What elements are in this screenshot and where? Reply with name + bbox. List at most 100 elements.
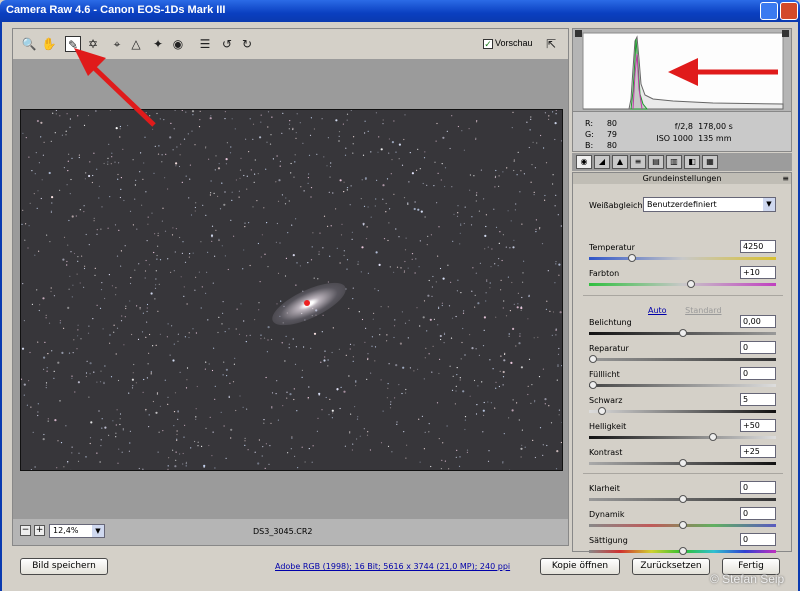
- save-image-button[interactable]: Bild speichern: [20, 558, 108, 575]
- photo-preview[interactable]: [20, 109, 563, 471]
- white-balance-icon[interactable]: ✎: [65, 36, 81, 52]
- slider-value-field[interactable]: +10: [740, 266, 776, 279]
- divider: [583, 295, 783, 296]
- slider-thumb[interactable]: [589, 381, 597, 389]
- preview-pane: 🔍 ✋ ✎ ✡ ⌖ △ ✦ ◉ ☰ ↺ ↻ ✓ Vorschau ⇱ − + 12…: [12, 28, 569, 546]
- footer: Bild speichern Adobe RGB (1998); 16 Bit;…: [2, 552, 800, 591]
- slider-label: Reparatur: [589, 344, 629, 353]
- tab-basic[interactable]: ◉: [576, 155, 592, 169]
- white-balance-value: Benutzerdefiniert: [647, 200, 717, 209]
- crop-icon[interactable]: ⌖: [109, 36, 125, 52]
- file-name: DS3_3045.CR2: [253, 527, 313, 536]
- slider-value-field[interactable]: 0: [740, 367, 776, 380]
- red-eye-icon[interactable]: ◉: [170, 36, 186, 52]
- zoom-value: 12,4%: [53, 526, 79, 535]
- minimize-button[interactable]: [760, 2, 778, 20]
- slider-thumb[interactable]: [589, 355, 597, 363]
- reset-button[interactable]: Zurücksetzen: [632, 558, 710, 575]
- zoom-out-button[interactable]: −: [20, 525, 31, 536]
- slider-value-field[interactable]: 5: [740, 393, 776, 406]
- tab-tone-curve[interactable]: ◢: [594, 155, 610, 169]
- fullscreen-icon[interactable]: ⇱: [543, 36, 559, 52]
- slider-thumb[interactable]: [678, 459, 687, 467]
- white-balance-label: Weißabgleich:: [589, 201, 646, 210]
- auto-link[interactable]: Auto: [648, 306, 667, 315]
- slider-thumb[interactable]: [687, 280, 696, 288]
- panel-title: Grundeinstellungen: [642, 174, 722, 183]
- slider-value-field[interactable]: 4250: [740, 240, 776, 253]
- workflow-options-link[interactable]: Adobe RGB (1998); 16 Bit; 5616 x 3744 (2…: [275, 562, 510, 571]
- zoom-icon[interactable]: 🔍: [21, 36, 37, 52]
- tab-hsl[interactable]: ≡: [630, 155, 646, 169]
- slider-value-field[interactable]: 0: [740, 507, 776, 520]
- slider-thumb[interactable]: [628, 254, 637, 262]
- slider-thumb[interactable]: [678, 329, 687, 337]
- auto-links: Auto Standard: [648, 306, 722, 315]
- slider-track[interactable]: [589, 495, 776, 503]
- slider-value-field[interactable]: +50: [740, 419, 776, 432]
- slider-thumb[interactable]: [678, 521, 687, 529]
- basic-panel: Grundeinstellungen ≡ Weißabgleich: Benut…: [572, 172, 792, 555]
- tab-camera-calibration[interactable]: ◧: [684, 155, 700, 169]
- rotate-left-icon[interactable]: ↺: [219, 36, 235, 52]
- slider-thumb[interactable]: [678, 495, 687, 503]
- tab-presets[interactable]: ▦: [702, 155, 718, 169]
- retouch-icon[interactable]: ✦: [150, 36, 166, 52]
- tab-split-toning[interactable]: ▤: [648, 155, 664, 169]
- panel-header: Grundeinstellungen ≡: [573, 173, 791, 184]
- slider-thumb[interactable]: [597, 407, 606, 415]
- open-copy-button[interactable]: Kopie öffnen: [540, 558, 620, 575]
- title-bar: Camera Raw 4.6 - Canon EOS-1Ds Mark III: [0, 0, 800, 22]
- rgb-readout: R: 80 G: 79 B: 80: [585, 119, 617, 150]
- slider-track[interactable]: [589, 355, 776, 363]
- white-balance-select[interactable]: Benutzerdefiniert ▼: [643, 197, 776, 212]
- slider-track[interactable]: [589, 407, 776, 415]
- slider-track[interactable]: [589, 521, 776, 529]
- window-title: Camera Raw 4.6 - Canon EOS-1Ds Mark III: [6, 4, 226, 16]
- hand-icon[interactable]: ✋: [41, 36, 57, 52]
- slider-label: Kontrast: [589, 448, 623, 457]
- check-icon: ✓: [483, 38, 493, 49]
- slider-value-field[interactable]: +25: [740, 445, 776, 458]
- tab-lens[interactable]: ▥: [666, 155, 682, 169]
- zoom-select[interactable]: 12,4% ▼: [49, 524, 105, 538]
- chevron-down-icon: ▼: [92, 525, 104, 537]
- slider-label: Dynamik: [589, 510, 625, 519]
- copyright-text: © Stefan Seip: [710, 572, 785, 586]
- slider-track[interactable]: [589, 329, 776, 337]
- rotate-right-icon[interactable]: ↻: [239, 36, 255, 52]
- exif-readout: f/2,8 178,00 s ISO 1000 135 mm: [656, 122, 733, 143]
- divider: [583, 473, 783, 474]
- panel-menu-icon[interactable]: ≡: [782, 173, 789, 184]
- panel-tabs: ◉ ◢ ▲ ≡ ▤ ▥ ◧ ▦: [572, 153, 792, 171]
- slider-track[interactable]: [589, 459, 776, 467]
- slider-label: Helligkeit: [589, 422, 627, 431]
- slider-value-field[interactable]: 0: [740, 341, 776, 354]
- slider-label: Fülllicht: [589, 370, 620, 379]
- slider-label: Farbton: [589, 269, 620, 278]
- straighten-icon[interactable]: △: [128, 36, 144, 52]
- slider-track[interactable]: [589, 254, 776, 262]
- slider-value-field[interactable]: 0: [740, 481, 776, 494]
- shadow-clipping-icon[interactable]: [575, 30, 582, 37]
- standard-link[interactable]: Standard: [685, 306, 721, 315]
- slider-label: Schwarz: [589, 396, 623, 405]
- slider-track[interactable]: [589, 433, 776, 441]
- zoom-in-button[interactable]: +: [34, 525, 45, 536]
- preview-checkbox[interactable]: ✓ Vorschau: [483, 38, 533, 49]
- preview-status-bar: − + 12,4% ▼ DS3_3045.CR2: [13, 519, 568, 545]
- histogram: [572, 28, 792, 112]
- color-sampler-icon[interactable]: ✡: [85, 36, 101, 52]
- preferences-icon[interactable]: ☰: [197, 36, 213, 52]
- tab-detail[interactable]: ▲: [612, 155, 628, 169]
- slider-track[interactable]: [589, 280, 776, 288]
- slider-value-field[interactable]: 0,00: [740, 315, 776, 328]
- close-button[interactable]: [780, 2, 798, 20]
- slider-label: Belichtung: [589, 318, 632, 327]
- slider-value-field[interactable]: 0: [740, 533, 776, 546]
- galaxy-core: [304, 300, 310, 306]
- highlight-clipping-icon[interactable]: [782, 30, 789, 37]
- slider-thumb[interactable]: [708, 433, 717, 441]
- slider-track[interactable]: [589, 381, 776, 389]
- star-field: [21, 110, 562, 470]
